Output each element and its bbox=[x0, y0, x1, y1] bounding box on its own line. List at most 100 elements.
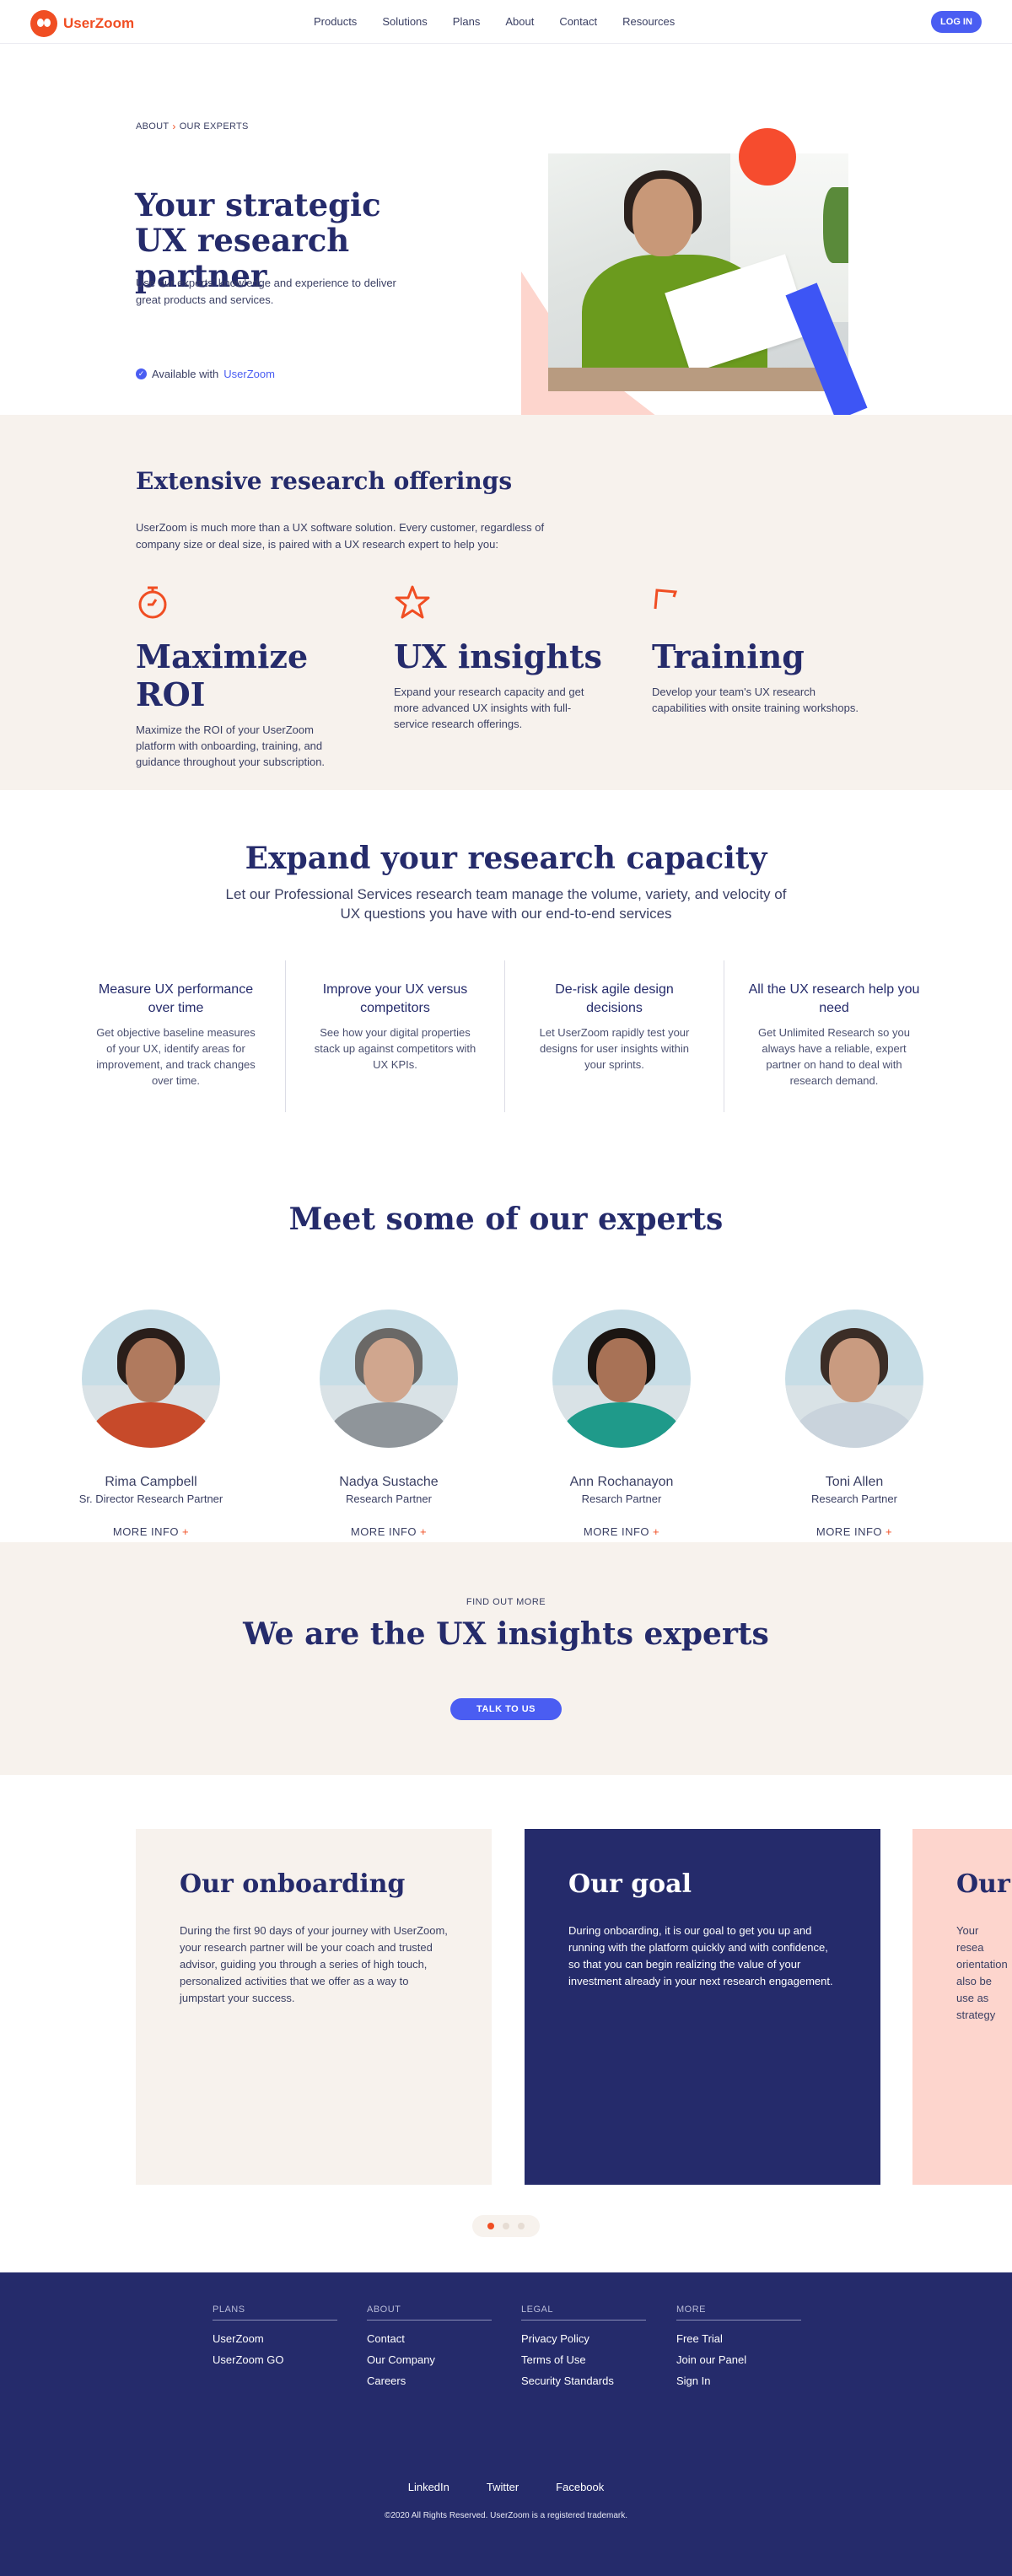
main-nav: Products Solutions Plans About Contact R… bbox=[314, 15, 700, 28]
footer-column-more: MORE Free Trial Join our Panel Sign In bbox=[676, 2304, 801, 2387]
expert-card: Toni Allen Research Partner MORE INFO + bbox=[745, 1310, 964, 1538]
experts-title: Meet some of our experts bbox=[288, 1202, 724, 1237]
footer-link[interactable]: Our Company bbox=[367, 2353, 492, 2366]
expert-card: Ann Rochanayon Resarch Partner MORE INFO… bbox=[512, 1310, 731, 1538]
plus-icon: + bbox=[653, 1525, 660, 1538]
footer-link[interactable]: Terms of Use bbox=[521, 2353, 646, 2366]
offering-title: Training bbox=[652, 637, 805, 675]
carousel-pagination bbox=[472, 2215, 540, 2237]
capacity-item-title: De-risk agile design decisions bbox=[555, 982, 674, 1015]
more-info-link[interactable]: MORE INFO + bbox=[279, 1525, 498, 1538]
capacity-item-text: Get Unlimited Research so you always hav… bbox=[758, 1026, 910, 1087]
capacity-item-title: All the UX research help you need bbox=[748, 982, 920, 1015]
footer-heading: PLANS bbox=[213, 2304, 337, 2321]
login-button[interactable]: LOG IN bbox=[931, 11, 982, 33]
offering-text: Develop your team's UX research capabili… bbox=[652, 686, 859, 714]
offering-insights: UX insights Expand your research capacit… bbox=[394, 583, 613, 732]
nav-about[interactable]: About bbox=[505, 15, 534, 28]
hero-subtitle: Use our experts' knowledge and experienc… bbox=[136, 277, 396, 306]
offering-roi: Maximize ROI Maximize the ROI of your Us… bbox=[136, 583, 355, 770]
nav-contact[interactable]: Contact bbox=[559, 15, 597, 28]
carousel-dot[interactable] bbox=[503, 2223, 509, 2229]
nav-plans[interactable]: Plans bbox=[453, 15, 481, 28]
card-title: Our onboarding bbox=[180, 1869, 406, 1899]
facebook-link[interactable]: Facebook bbox=[556, 2481, 604, 2493]
footer-link[interactable]: Security Standards bbox=[521, 2374, 646, 2387]
footer-link[interactable]: Privacy Policy bbox=[521, 2332, 646, 2345]
expert-name: Rima Campbell bbox=[105, 1475, 197, 1489]
capacity-item: Improve your UX versus competitors See h… bbox=[286, 960, 505, 1112]
avatar bbox=[552, 1310, 691, 1448]
capacity-item: Measure UX performance over time Get obj… bbox=[67, 960, 286, 1112]
availability-prefix: Available with bbox=[152, 368, 219, 380]
offerings-intro: UserZoom is much more than a UX software… bbox=[136, 521, 545, 551]
nav-products[interactable]: Products bbox=[314, 15, 357, 28]
carousel-dot[interactable] bbox=[487, 2223, 494, 2229]
footer-column-about: ABOUT Contact Our Company Careers bbox=[367, 2304, 492, 2387]
nav-solutions[interactable]: Solutions bbox=[382, 15, 427, 28]
footer-link[interactable]: Join our Panel bbox=[676, 2353, 801, 2366]
plus-icon: + bbox=[182, 1525, 190, 1538]
expert-card: Nadya Sustache Research Partner MORE INF… bbox=[279, 1310, 498, 1538]
carousel-card-onboarding: Our onboarding During the first 90 days … bbox=[136, 1829, 492, 2185]
plus-icon: + bbox=[420, 1525, 428, 1538]
copyright: ©2020 All Rights Reserved. UserZoom is a… bbox=[384, 2511, 628, 2520]
hero-photo bbox=[548, 153, 848, 391]
flag-icon bbox=[652, 583, 871, 621]
availability-link[interactable]: UserZoom bbox=[223, 368, 275, 380]
carousel-dot[interactable] bbox=[518, 2223, 525, 2229]
offerings-title: Extensive research offerings bbox=[136, 467, 513, 495]
capacity-item-text: See how your digital properties stack up… bbox=[314, 1026, 476, 1071]
capacity-section: Expand your research capacity Let our Pr… bbox=[0, 790, 1012, 1202]
capacity-lead: Let our Professional Services research t… bbox=[225, 886, 787, 922]
carousel-card-goal: Our goal During onboarding, it is our go… bbox=[525, 1829, 880, 2185]
cta-title: We are the UX insights experts bbox=[243, 1616, 769, 1652]
userzoom-logo-icon bbox=[30, 10, 57, 37]
availability-note: ✓ Available with UserZoom bbox=[136, 368, 275, 380]
nav-resources[interactable]: Resources bbox=[622, 15, 675, 28]
footer-link[interactable]: Free Trial bbox=[676, 2332, 801, 2345]
expert-role: Sr. Director Research Partner bbox=[78, 1492, 223, 1505]
logo[interactable]: UserZoom bbox=[30, 10, 134, 37]
capacity-item: De-risk agile design decisions Let UserZ… bbox=[505, 960, 724, 1112]
footer-link[interactable]: UserZoom bbox=[213, 2332, 337, 2345]
decorative-circle bbox=[739, 128, 796, 186]
card-title: Our t bbox=[956, 1869, 1012, 1899]
offering-text: Maximize the ROI of your UserZoom platfo… bbox=[136, 723, 326, 768]
hero-section: ABOUT › OUR EXPERTS Your strategic UX re… bbox=[0, 44, 1012, 421]
more-info-link[interactable]: MORE INFO + bbox=[745, 1525, 964, 1538]
carousel-section: Our onboarding During the first 90 days … bbox=[0, 1775, 1012, 2272]
offerings-section: Extensive research offerings UserZoom is… bbox=[0, 415, 1012, 790]
offering-training: Training Develop your team's UX research… bbox=[652, 583, 871, 716]
cta-eyebrow: FIND OUT MORE bbox=[466, 1597, 546, 1607]
more-info-link[interactable]: MORE INFO + bbox=[512, 1525, 731, 1538]
footer-link[interactable]: UserZoom GO bbox=[213, 2353, 337, 2366]
footer-link[interactable]: Careers bbox=[367, 2374, 492, 2387]
social-links: LinkedIn Twitter Facebook bbox=[0, 2481, 1012, 2493]
breadcrumb-current: OUR EXPERTS bbox=[179, 121, 249, 132]
talk-to-us-button[interactable]: TALK TO US bbox=[450, 1698, 562, 1720]
footer-link[interactable]: Contact bbox=[367, 2332, 492, 2345]
expert-role: Resarch Partner bbox=[581, 1492, 662, 1505]
more-info-link[interactable]: MORE INFO + bbox=[41, 1525, 261, 1538]
plus-icon: + bbox=[886, 1525, 893, 1538]
footer-link[interactable]: Sign In bbox=[676, 2374, 801, 2387]
experts-section: Meet some of our experts Rima Campbell S… bbox=[0, 1202, 1012, 1542]
offering-title: UX insights bbox=[394, 637, 602, 675]
expert-role: Research Partner bbox=[346, 1492, 432, 1505]
expert-name: Toni Allen bbox=[825, 1475, 884, 1489]
capacity-item-title: Measure UX performance over time bbox=[98, 982, 254, 1015]
capacity-title: Expand your research capacity bbox=[245, 841, 767, 876]
linkedin-link[interactable]: LinkedIn bbox=[408, 2481, 449, 2493]
stopwatch-icon bbox=[136, 583, 355, 621]
footer-heading: ABOUT bbox=[367, 2304, 492, 2321]
capacity-item: All the UX research help you need Get Un… bbox=[724, 960, 944, 1112]
capacity-item-title: Improve your UX versus competitors bbox=[322, 982, 468, 1015]
card-text: During onboarding, it is our goal to get… bbox=[568, 1924, 833, 1987]
expert-name: Nadya Sustache bbox=[339, 1475, 439, 1489]
site-footer: PLANS UserZoom UserZoom GO ABOUT Contact… bbox=[0, 2272, 1012, 2576]
breadcrumb-about[interactable]: ABOUT bbox=[136, 121, 169, 132]
capacity-columns: Measure UX performance over time Get obj… bbox=[67, 960, 944, 1112]
twitter-link[interactable]: Twitter bbox=[487, 2481, 519, 2493]
capacity-item-text: Let UserZoom rapidly test your designs f… bbox=[539, 1026, 690, 1071]
